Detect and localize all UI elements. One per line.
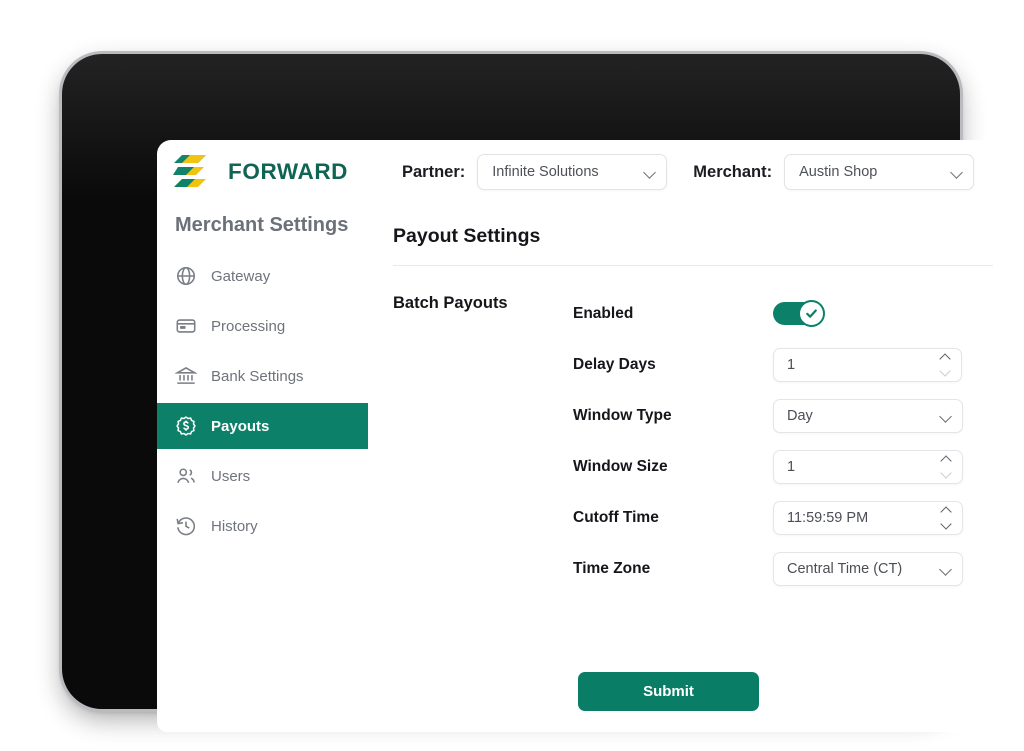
sidebar-item-label: Processing [211,317,286,335]
window-type-select[interactable]: Day [773,398,963,433]
merchant-select[interactable]: Austin Shop [784,154,975,190]
merchant-select-value: Austin Shop [799,164,878,180]
tablet-device-frame: FORWARD Partner: Infinite Solutions Merc… [62,54,1012,732]
sidebar-item-label: History [211,517,258,535]
top-bar: FORWARD Partner: Infinite Solutions Merc… [157,140,1012,204]
partner-selector-group: Partner: Infinite Solutions [402,154,668,190]
window-size-stepper[interactable]: 1 [773,449,963,484]
chevron-down-icon [643,166,657,179]
field-row-delay-days: Delay Days 1 [573,339,998,390]
stepper-up-down-icon[interactable] [938,352,951,377]
dollar-badge-icon [176,416,196,436]
bank-icon [175,367,197,384]
window-size-value: 1 [787,458,796,475]
sidebar-item-label: Bank Settings [211,367,304,385]
time-zone-select[interactable]: Central Time (CT) [773,551,963,586]
field-row-time-zone: Time Zone Central Time (CT) [573,543,998,594]
field-row-window-size: Window Size 1 [573,441,998,492]
cutoff-time-value: 11:59:59 PM [787,509,869,526]
time-zone-label: Time Zone [573,559,651,577]
sidebar-item-label: Payouts [211,417,270,435]
field-row-cutoff-time: Cutoff Time 11:59:59 PM [573,492,998,543]
brand-name: FORWARD [228,159,349,184]
window-type-label: Window Type [573,406,672,424]
cutoff-time-label: Cutoff Time [573,508,659,526]
credit-card-icon [176,319,196,333]
sidebar-item-label: Users [211,467,251,485]
chevron-down-icon [939,409,952,423]
stepper-down-icon[interactable] [939,466,952,479]
forward-logo-icon [173,155,206,187]
page-title: Payout Settings [393,225,541,247]
stepper-up-icon[interactable] [939,505,952,518]
merchant-selector-group: Merchant: Austin Shop [693,154,975,190]
stepper-down-icon[interactable] [938,364,951,377]
toggle-knob [798,300,825,327]
globe-icon [176,266,196,286]
delay-days-value: 1 [787,356,796,373]
sidebar-item-payouts[interactable]: Payouts [157,403,368,449]
history-icon [176,517,196,536]
chevron-down-icon [950,166,963,179]
cutoff-time-stepper[interactable]: 11:59:59 PM [773,500,963,535]
sidebar-item-bank-settings[interactable]: Bank Settings [157,353,369,399]
stepper-up-icon[interactable] [938,352,951,365]
sidebar-item-gateway[interactable]: Gateway [157,253,369,299]
delay-days-label: Delay Days [573,355,656,373]
stepper-down-icon[interactable] [939,517,952,530]
stepper-up-down-icon[interactable] [939,505,952,530]
sidebar-item-users[interactable]: Users [157,453,369,499]
stepper-up-icon[interactable] [939,454,952,467]
partner-label: Partner: [402,162,466,181]
brand-logo: FORWARD [173,154,369,190]
sidebar-item-processing[interactable]: Processing [157,303,369,349]
partner-select[interactable]: Infinite Solutions [477,154,668,190]
users-icon [177,468,195,484]
enabled-toggle[interactable] [773,300,825,327]
time-zone-value: Central Time (CT) [787,560,903,577]
content-area: Payout Settings Batch Payouts Enabled De… [388,204,998,732]
field-row-enabled: Enabled [573,288,998,339]
delay-days-stepper[interactable]: 1 [773,347,962,382]
enabled-label: Enabled [573,304,634,322]
submit-button[interactable]: Submit [578,672,759,711]
check-icon [806,309,817,318]
merchant-label: Merchant: [693,162,773,181]
sidebar: Merchant Settings Gateway Processing Ban… [157,204,369,732]
window-size-label: Window Size [573,457,668,475]
payout-settings-form: Batch Payouts Enabled Delay Days 1 Windo… [388,288,998,711]
chevron-down-icon [939,562,952,576]
window-type-value: Day [787,407,813,424]
field-row-window-type: Window Type Day [573,390,998,441]
tablet-screen: FORWARD Partner: Infinite Solutions Merc… [157,140,1012,732]
stepper-up-down-icon[interactable] [939,454,952,479]
sidebar-title: Merchant Settings [175,214,349,236]
title-divider [393,265,993,266]
partner-select-value: Infinite Solutions [492,164,599,180]
sidebar-item-label: Gateway [211,267,271,285]
submit-row: Submit [393,672,998,711]
batch-payouts-group-label: Batch Payouts [393,294,508,312]
sidebar-item-history[interactable]: History [157,503,369,549]
